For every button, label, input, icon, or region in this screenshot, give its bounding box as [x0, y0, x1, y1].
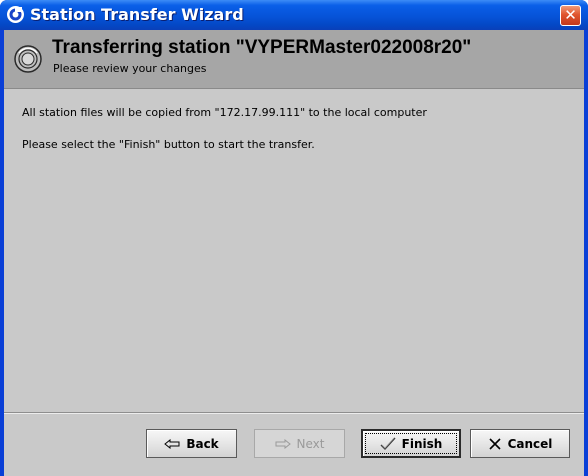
wizard-window: Station Transfer Wizard ✕ Transferring s… — [0, 0, 588, 476]
info-text-finish: Please select the "Finish" button to sta… — [22, 138, 315, 151]
transfer-disc-icon — [13, 44, 43, 74]
button-separator — [4, 412, 584, 414]
cancel-label: Cancel — [507, 436, 553, 451]
right-arrow-icon — [275, 438, 291, 449]
close-button[interactable]: ✕ — [560, 5, 581, 26]
app-logo-icon — [7, 6, 24, 23]
x-icon — [488, 437, 502, 451]
close-icon: ✕ — [564, 6, 577, 24]
title-bar[interactable]: Station Transfer Wizard ✕ — [0, 0, 588, 30]
window-title: Station Transfer Wizard — [30, 5, 244, 24]
next-button[interactable]: Next — [254, 429, 345, 458]
next-label: Next — [296, 436, 325, 451]
page-subtitle: Please review your changes — [53, 62, 207, 75]
back-button[interactable]: Back — [146, 429, 237, 458]
back-label: Back — [186, 436, 219, 451]
left-arrow-icon — [164, 438, 180, 449]
wizard-header: Transferring station "VYPERMaster022008r… — [4, 30, 584, 89]
page-title: Transferring station "VYPERMaster022008r… — [52, 37, 472, 58]
finish-label: Finish — [401, 436, 443, 451]
finish-button[interactable]: Finish — [361, 429, 461, 458]
wizard-client-area: Transferring station "VYPERMaster022008r… — [4, 30, 584, 476]
checkmark-icon — [380, 437, 396, 451]
cancel-button[interactable]: Cancel — [470, 429, 570, 458]
info-text-copy: All station files will be copied from "1… — [22, 106, 427, 119]
